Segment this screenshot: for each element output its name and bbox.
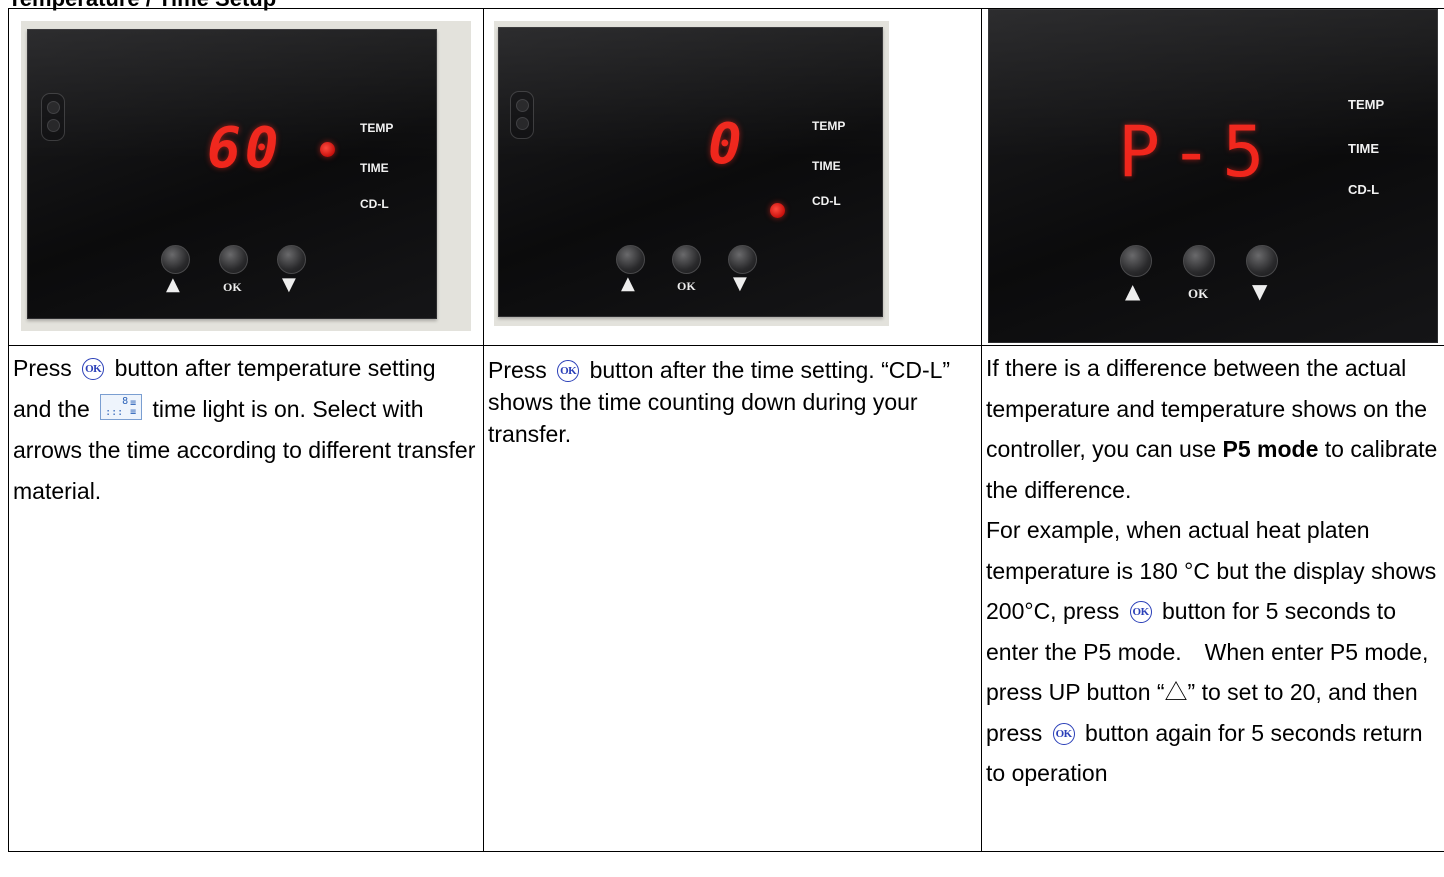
up-button xyxy=(616,245,645,274)
label-cdl: CD-L xyxy=(812,194,841,208)
time-light-icon: ::: 8 ≡ ≡ xyxy=(100,394,143,420)
photo-row: 60 TEMP TIME CD-L ▲ OK ▼ 0 TEMP TIME CD-… xyxy=(8,8,1444,346)
label-cdl: CD-L xyxy=(1348,182,1380,197)
photo-cell-p5: P-5 TEMP TIME CD-L ▲ OK ▼ xyxy=(981,8,1444,346)
up-button xyxy=(161,245,190,274)
cdl-indicator-led xyxy=(770,203,785,218)
down-arrow-icon: ▼ xyxy=(733,273,747,294)
seven-segment-display: P-5 xyxy=(1118,111,1275,193)
label-time: TIME xyxy=(1348,141,1380,156)
up-button xyxy=(1120,245,1152,277)
instruction-cell-3: If there is a difference between the act… xyxy=(981,345,1444,852)
ok-button-icon: OK xyxy=(1052,722,1075,745)
controller-photo-temp: 60 TEMP TIME CD-L ▲ OK ▼ xyxy=(21,21,471,331)
ok-button xyxy=(1183,245,1215,277)
ok-button-icon: OK xyxy=(82,358,105,380)
text-row: Press OK button after temperature settin… xyxy=(8,345,1444,852)
ok-label: OK xyxy=(677,279,696,293)
down-button xyxy=(1246,245,1278,277)
sensor-lens-icon xyxy=(41,93,65,141)
instruction-table: 60 TEMP TIME CD-L ▲ OK ▼ 0 TEMP TIME CD-… xyxy=(8,8,1444,852)
example-part3: button again for 5 seconds return to ope… xyxy=(986,719,1423,787)
press-word: Press xyxy=(13,355,72,381)
label-time: TIME xyxy=(360,161,389,175)
sensor-lens-icon xyxy=(510,91,534,139)
label-time: TIME xyxy=(812,159,841,173)
down-arrow-icon: ▼ xyxy=(282,274,296,295)
down-button xyxy=(277,245,306,274)
down-button xyxy=(728,245,757,274)
down-arrow-icon: ▼ xyxy=(1252,279,1268,303)
ok-button xyxy=(219,245,248,274)
time-indicator-led xyxy=(320,142,335,157)
ok-label: OK xyxy=(1188,286,1209,301)
label-temp: TEMP xyxy=(1348,97,1385,112)
instruction-text-1: Press OK button after temperature settin… xyxy=(9,346,483,512)
controller-panel: 0 TEMP TIME CD-L ▲ OK ▼ xyxy=(498,27,883,317)
ok-button-icon: OK xyxy=(1129,601,1152,623)
up-arrow-icon: ▲ xyxy=(166,274,180,295)
label-temp: TEMP xyxy=(360,121,394,135)
instruction-text-3: If there is a difference between the act… xyxy=(982,346,1444,794)
controller-panel: 60 TEMP TIME CD-L ▲ OK ▼ xyxy=(27,29,437,319)
press-word: Press xyxy=(488,357,547,383)
ok-button xyxy=(672,245,701,274)
controller-photo-time: 0 TEMP TIME CD-L ▲ OK ▼ xyxy=(494,21,889,326)
instruction-text-2: Press OK button after the time setting. … xyxy=(484,346,981,450)
instruction-cell-2: Press OK button after the time setting. … xyxy=(483,345,982,852)
controller-panel: P-5 TEMP TIME CD-L ▲ OK ▼ xyxy=(988,9,1438,343)
photo-cell-time: 0 TEMP TIME CD-L ▲ OK ▼ xyxy=(483,8,982,346)
up-arrow-icon: ▲ xyxy=(621,273,635,294)
ok-button-icon: OK xyxy=(557,360,580,382)
instruction-cell-1: Press OK button after temperature settin… xyxy=(8,345,484,852)
photo-cell-temperature: 60 TEMP TIME CD-L ▲ OK ▼ xyxy=(8,8,484,346)
p5-mode-emphasis: P5 mode xyxy=(1222,436,1319,462)
ok-label: OK xyxy=(223,280,242,294)
label-cdl: CD-L xyxy=(360,197,389,211)
seven-segment-display: 0 xyxy=(708,112,746,177)
controller-photo-p5: P-5 TEMP TIME CD-L ▲ OK ▼ xyxy=(988,9,1438,343)
up-arrow-icon: ▲ xyxy=(1125,279,1141,303)
label-temp: TEMP xyxy=(812,119,846,133)
seven-segment-display: 60 xyxy=(207,116,283,181)
